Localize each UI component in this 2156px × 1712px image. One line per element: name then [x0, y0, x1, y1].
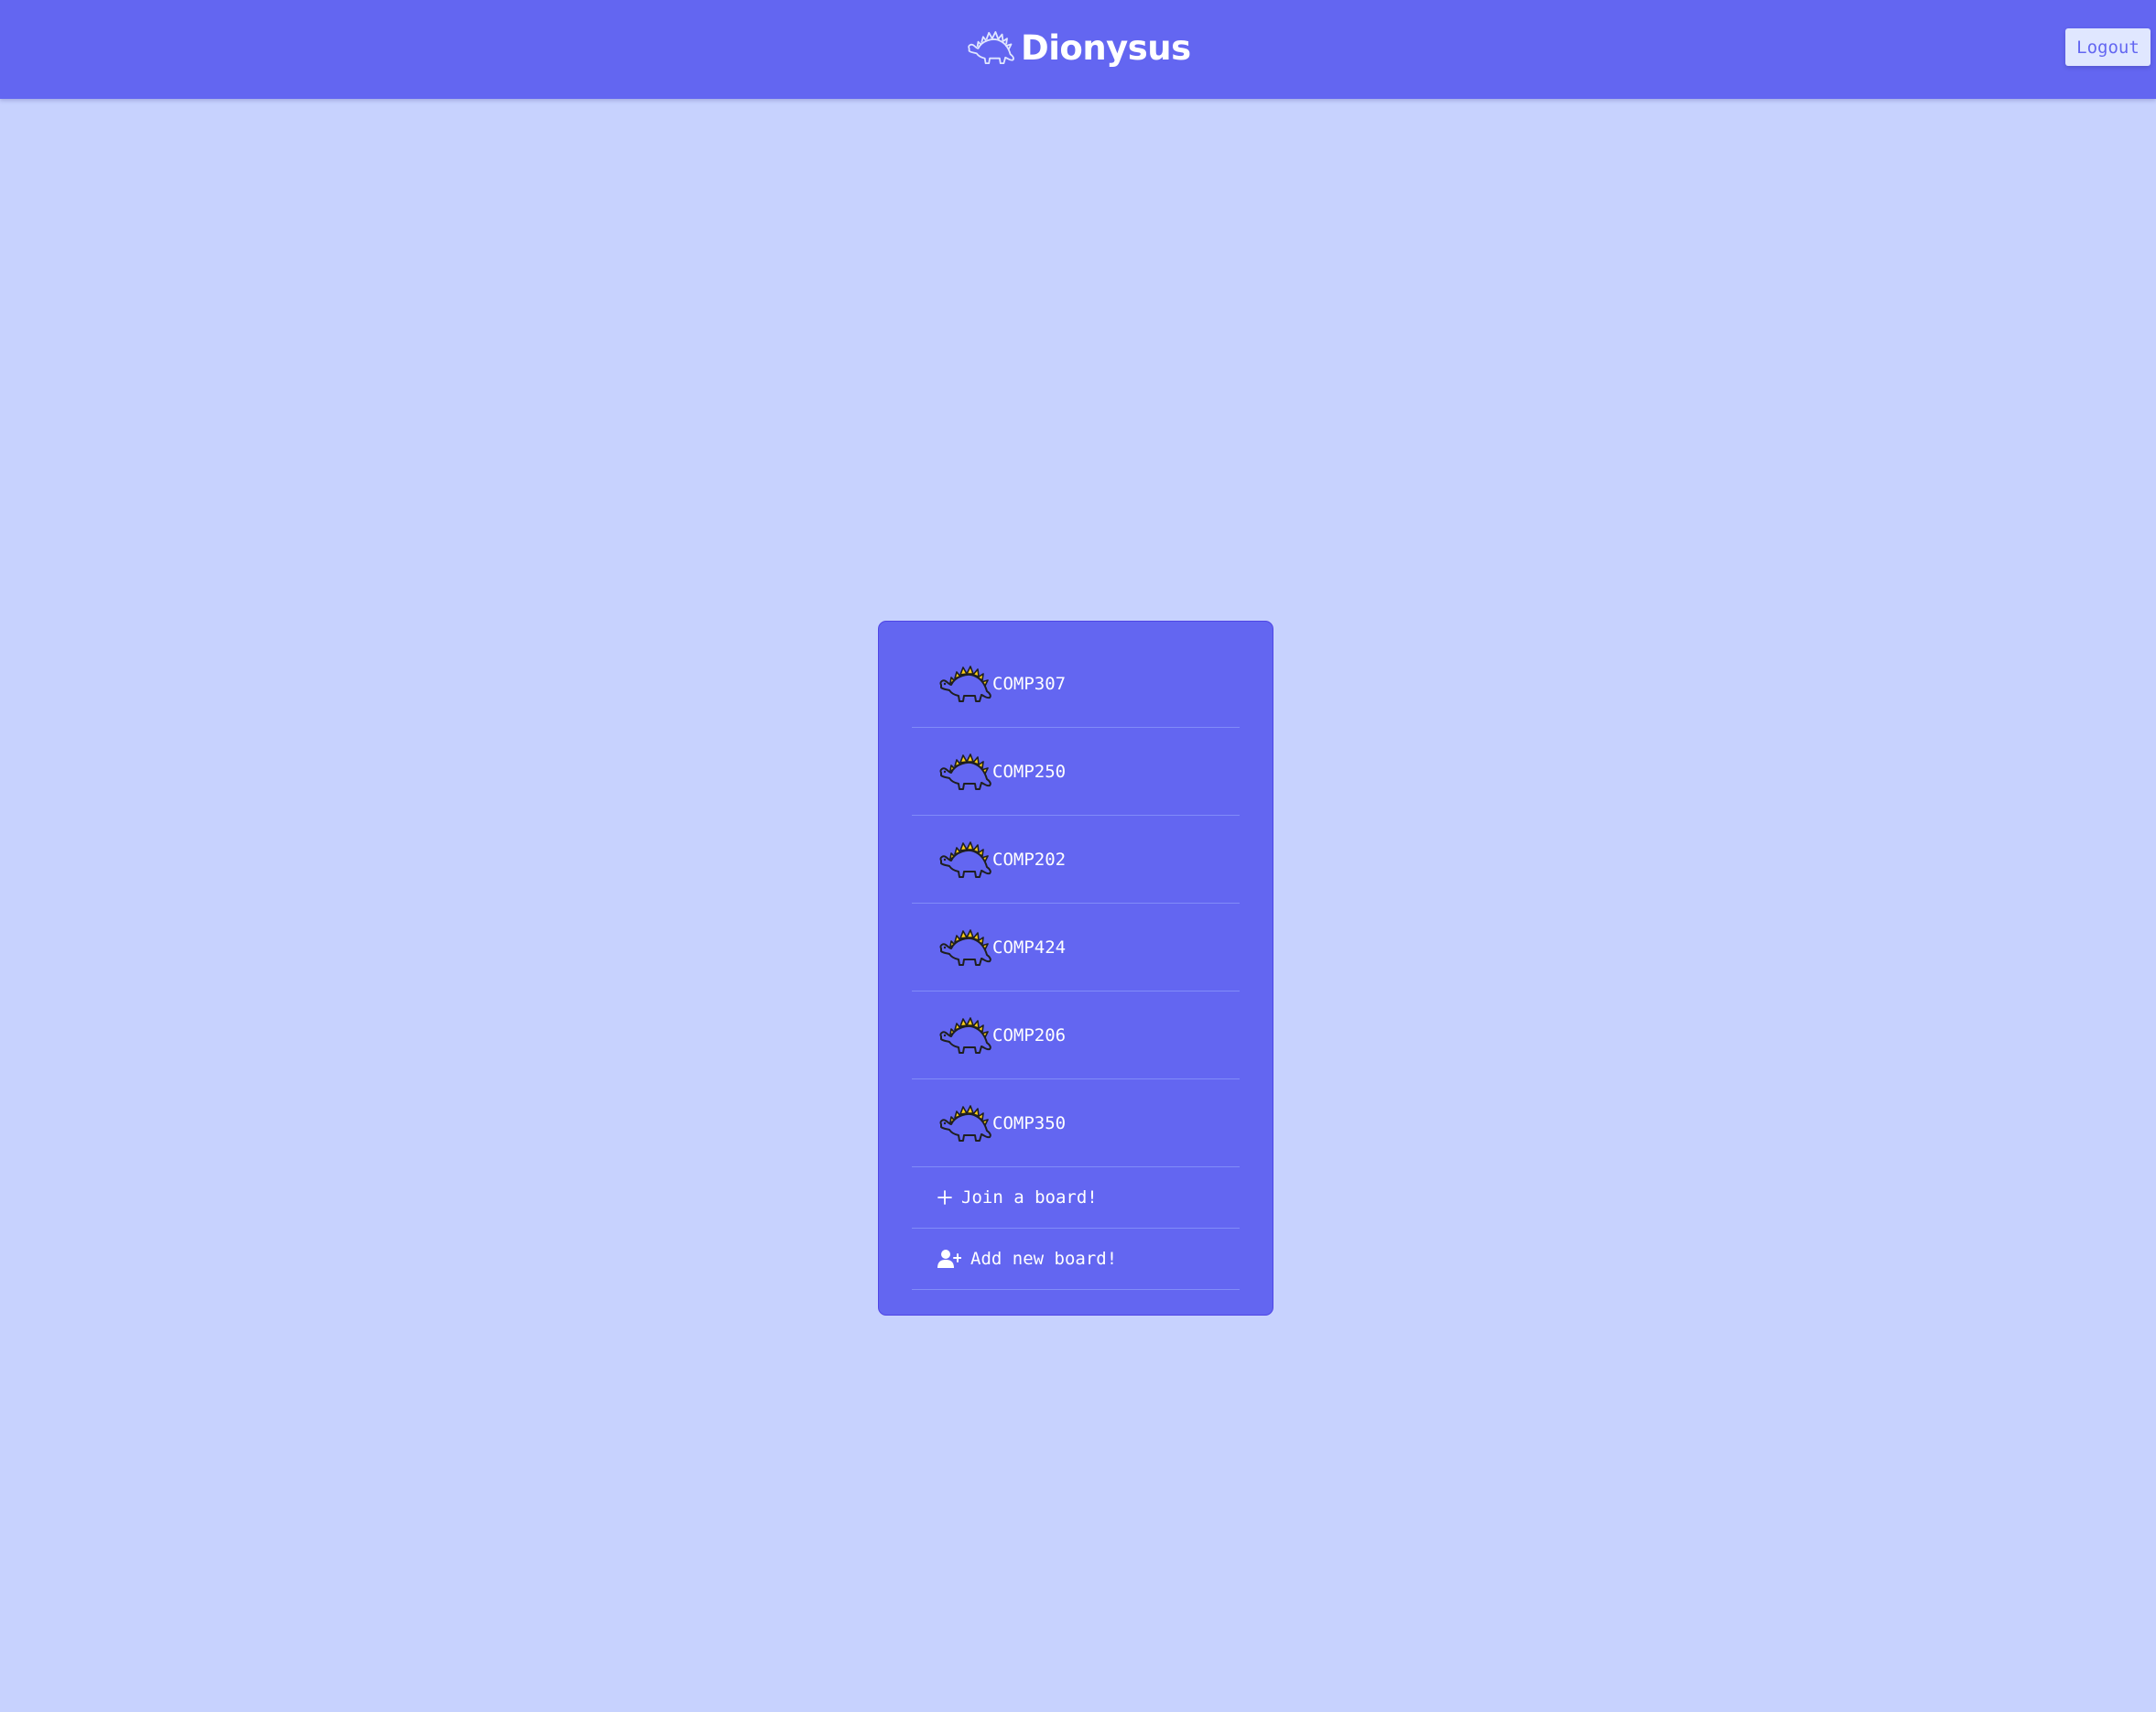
board-label: COMP202 — [992, 849, 1067, 870]
stegosaurus-icon — [937, 1102, 992, 1144]
board-label: COMP350 — [992, 1112, 1067, 1133]
board-label: COMP250 — [992, 761, 1067, 782]
board-item-comp307[interactable]: COMP307 — [912, 640, 1240, 728]
join-board-label: Join a board! — [961, 1187, 1098, 1208]
board-label: COMP206 — [992, 1024, 1067, 1046]
boards-panel: COMP307 COMP250 COMP202 COMP424 COMP206 … — [878, 621, 1273, 1316]
add-board-button[interactable]: Add new board! — [912, 1229, 1240, 1290]
board-item-comp350[interactable]: COMP350 — [912, 1079, 1240, 1167]
stegosaurus-icon — [937, 663, 992, 705]
stegosaurus-outline-icon — [968, 31, 1014, 64]
stegosaurus-icon — [937, 926, 992, 969]
stegosaurus-icon — [937, 839, 992, 881]
board-label: COMP307 — [992, 673, 1067, 694]
board-item-comp250[interactable]: COMP250 — [912, 728, 1240, 816]
board-item-comp206[interactable]: COMP206 — [912, 991, 1240, 1079]
stegosaurus-icon — [937, 1014, 992, 1056]
plus-icon — [937, 1190, 952, 1205]
add-board-label: Add new board! — [970, 1249, 1118, 1269]
join-board-button[interactable]: Join a board! — [912, 1167, 1240, 1229]
board-item-comp424[interactable]: COMP424 — [912, 904, 1240, 991]
top-navbar: Dionysus Logout — [0, 0, 2156, 99]
brand-name: Dionysus — [1021, 27, 1191, 68]
logout-button[interactable]: Logout — [2065, 28, 2151, 66]
stegosaurus-icon — [937, 751, 992, 793]
brand[interactable]: Dionysus — [966, 22, 1191, 73]
user-plus-icon — [937, 1250, 961, 1268]
board-list: COMP307 COMP250 COMP202 COMP424 COMP206 … — [912, 640, 1240, 1290]
board-label: COMP424 — [992, 937, 1067, 958]
board-item-comp202[interactable]: COMP202 — [912, 816, 1240, 904]
